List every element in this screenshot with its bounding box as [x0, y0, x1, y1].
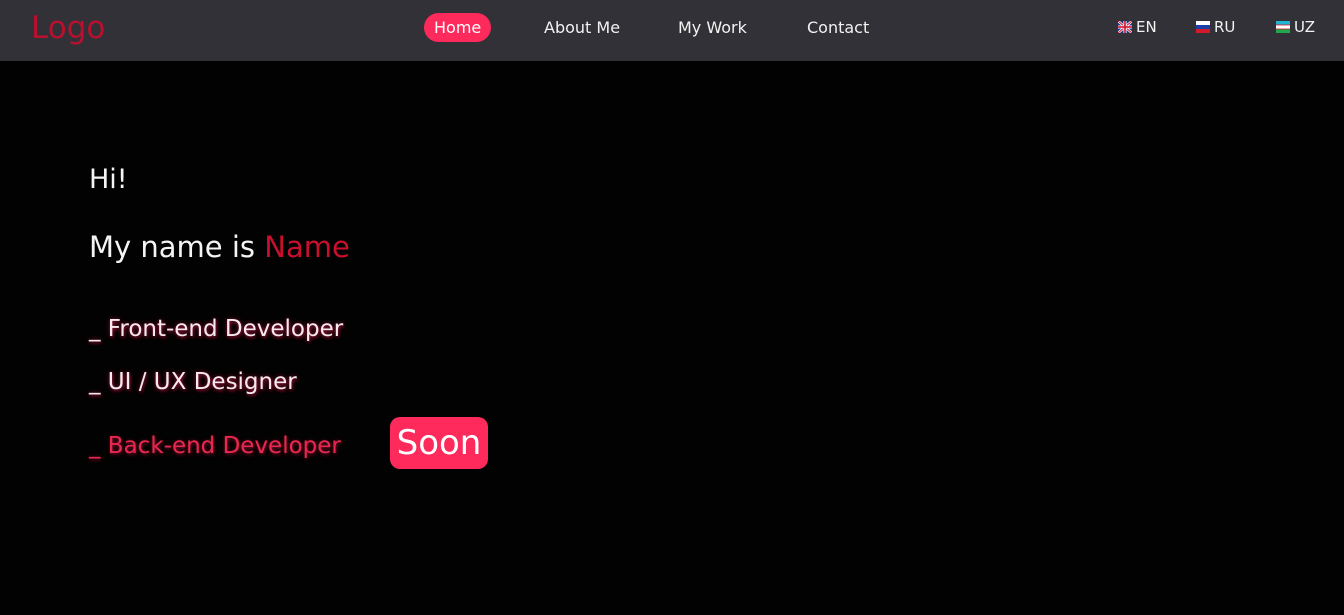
uk-flag-icon: [1118, 21, 1132, 33]
language-en-link[interactable]: EN: [1118, 14, 1157, 40]
nav-home-link[interactable]: Home: [424, 13, 492, 42]
greeting-text: Hi!: [89, 164, 128, 195]
role-backend: _ Back-end Developer: [89, 433, 341, 459]
role-uiux: _ UI / UX Designer: [89, 369, 297, 395]
uzbekistan-flag-icon: [1276, 21, 1290, 33]
language-uz-link[interactable]: UZ: [1276, 14, 1315, 40]
nav-work-link[interactable]: My Work: [678, 13, 747, 42]
language-en-label: EN: [1136, 18, 1157, 36]
role-frontend: _ Front-end Developer: [89, 316, 344, 342]
navbar: Logo Home About Me My Work Contact EN RU…: [0, 0, 1344, 61]
language-ru-link[interactable]: RU: [1196, 14, 1235, 40]
soon-badge: Soon: [390, 417, 488, 469]
name-prefix: My name is: [89, 230, 265, 264]
name-heading: My name is Name: [89, 226, 350, 268]
name-highlight: Name: [264, 230, 350, 264]
nav-contact-link[interactable]: Contact: [807, 13, 869, 42]
language-ru-label: RU: [1214, 18, 1236, 36]
russia-flag-icon: [1196, 21, 1210, 33]
nav-about-link[interactable]: About Me: [544, 13, 620, 42]
language-uz-label: UZ: [1294, 18, 1315, 36]
